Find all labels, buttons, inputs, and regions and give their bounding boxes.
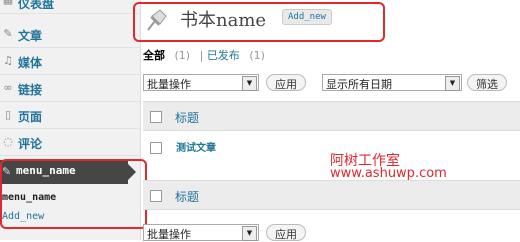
dashboard-icon: ▦ bbox=[2, 0, 14, 7]
sidebar-item-posts[interactable]: ✎ 文章 bbox=[0, 22, 140, 48]
sidebar-item-media[interactable]: ♫ 媒体 bbox=[0, 49, 140, 75]
sidebar-item-comments[interactable]: ◌ 评论 bbox=[0, 130, 140, 156]
apply-button[interactable]: 应用 bbox=[266, 74, 306, 91]
column-title-header[interactable]: 标题 bbox=[175, 109, 199, 126]
table-header: 标题 bbox=[143, 101, 520, 131]
filter-published-count: (1) bbox=[249, 49, 265, 62]
highlight-box-title bbox=[133, 2, 385, 42]
link-icon: ∞ bbox=[3, 81, 13, 94]
sidebar-item-pages[interactable]: ▯ 页面 bbox=[0, 103, 140, 129]
sidebar-item-label: 媒体 bbox=[18, 56, 43, 70]
page-icon: ▯ bbox=[4, 108, 12, 121]
sidebar-item-label: 文章 bbox=[18, 29, 43, 43]
bulk-action-value: 批量操作 bbox=[147, 228, 191, 241]
highlight-box-menu bbox=[0, 159, 147, 229]
sidebar-item-dashboard[interactable]: ▦ 仪表盘 bbox=[0, 0, 140, 14]
watermark-url: www.ashuwp.com bbox=[330, 166, 447, 181]
filter-all-link[interactable]: 全部 bbox=[143, 49, 165, 62]
sidebar-item-links[interactable]: ∞ 链接 bbox=[0, 76, 140, 102]
bulk-action-value: 批量操作 bbox=[147, 78, 191, 91]
sidebar-item-label: 仪表盘 bbox=[18, 0, 55, 11]
column-title-footer[interactable]: 标题 bbox=[175, 188, 199, 205]
chevron-down-icon: ▼ bbox=[242, 76, 257, 91]
row-checkbox[interactable] bbox=[150, 142, 162, 154]
chevron-down-icon: ▼ bbox=[242, 226, 257, 241]
chevron-down-icon: ▼ bbox=[445, 76, 460, 91]
date-filter-value: 显示所有日期 bbox=[326, 78, 392, 91]
select-all-checkbox[interactable] bbox=[150, 111, 162, 123]
bulk-action-select[interactable]: 批量操作 ▼ bbox=[143, 74, 259, 91]
sidebar-item-label: 评论 bbox=[18, 137, 43, 151]
comment-icon: ◌ bbox=[3, 135, 13, 148]
bulk-action-select-bottom[interactable]: 批量操作 ▼ bbox=[143, 224, 259, 241]
date-filter-select[interactable]: 显示所有日期 ▼ bbox=[322, 74, 462, 91]
status-filters: 全部 (1) | 已发布 (1) bbox=[143, 47, 265, 63]
select-all-checkbox[interactable] bbox=[150, 190, 162, 202]
filter-published-link[interactable]: 已发布 bbox=[207, 49, 240, 62]
filter-all-count: (1) bbox=[174, 49, 191, 62]
apply-button-bottom[interactable]: 应用 bbox=[266, 224, 306, 241]
post-title-link[interactable]: 测试文章 bbox=[176, 139, 216, 154]
filter-button[interactable]: 筛选 bbox=[467, 74, 507, 91]
pin-icon: ✎ bbox=[3, 27, 13, 40]
table-footer: 标题 bbox=[143, 180, 520, 210]
filter-separator: | bbox=[199, 49, 204, 62]
sidebar-item-label: 链接 bbox=[18, 83, 43, 97]
media-icon: ♫ bbox=[3, 54, 13, 67]
sidebar-item-label: 页面 bbox=[18, 110, 43, 124]
